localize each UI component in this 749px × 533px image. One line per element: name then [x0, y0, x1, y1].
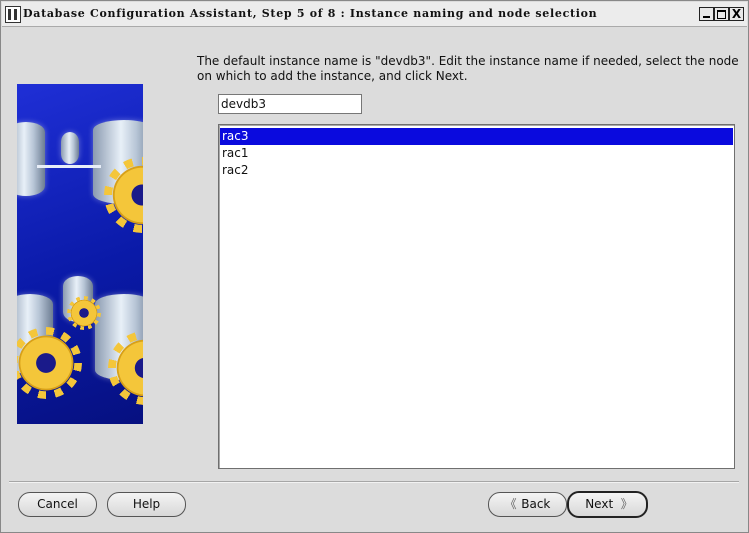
gear-icon	[113, 336, 143, 400]
maximize-button[interactable]	[714, 7, 729, 21]
list-item-rac2[interactable]: rac2	[220, 162, 733, 179]
database-cylinder-icon	[17, 122, 45, 196]
list-item-rac1[interactable]: rac1	[220, 145, 733, 162]
title-bar[interactable]: Database Configuration Assistant, Step 5…	[2, 2, 747, 27]
minimize-button[interactable]	[699, 7, 714, 21]
instruction-text: The default instance name is "devdb3". E…	[197, 54, 739, 83]
next-label: Next	[585, 497, 614, 511]
help-button[interactable]: Help	[107, 492, 186, 517]
close-button[interactable]: X	[729, 7, 744, 21]
node-list[interactable]: rac3 rac1 rac2	[218, 124, 735, 469]
database-gear-graphic	[17, 84, 143, 424]
cancel-label: Cancel	[37, 497, 78, 511]
dbca-window: Database Configuration Assistant, Step 5…	[0, 0, 749, 533]
help-label: Help	[132, 497, 161, 511]
cancel-button[interactable]: Cancel	[18, 492, 97, 517]
back-chevron-icon: 《	[504, 497, 517, 511]
gear-icon	[109, 162, 143, 228]
database-cylinder-icon	[61, 132, 79, 164]
footer-separator-highlight	[9, 482, 739, 483]
window-title: Database Configuration Assistant, Step 5…	[23, 7, 598, 20]
back-button[interactable]: 《 Back	[488, 492, 567, 517]
back-label: Back	[521, 497, 551, 511]
next-button[interactable]: Next 》	[567, 491, 648, 518]
connector-line	[37, 165, 101, 168]
list-item-rac3[interactable]: rac3	[220, 128, 733, 145]
next-chevron-icon: 》	[620, 497, 633, 511]
gear-icon	[69, 298, 99, 328]
gear-icon	[17, 332, 77, 394]
app-icon[interactable]	[5, 6, 21, 23]
instance-name-field[interactable]	[218, 94, 362, 114]
